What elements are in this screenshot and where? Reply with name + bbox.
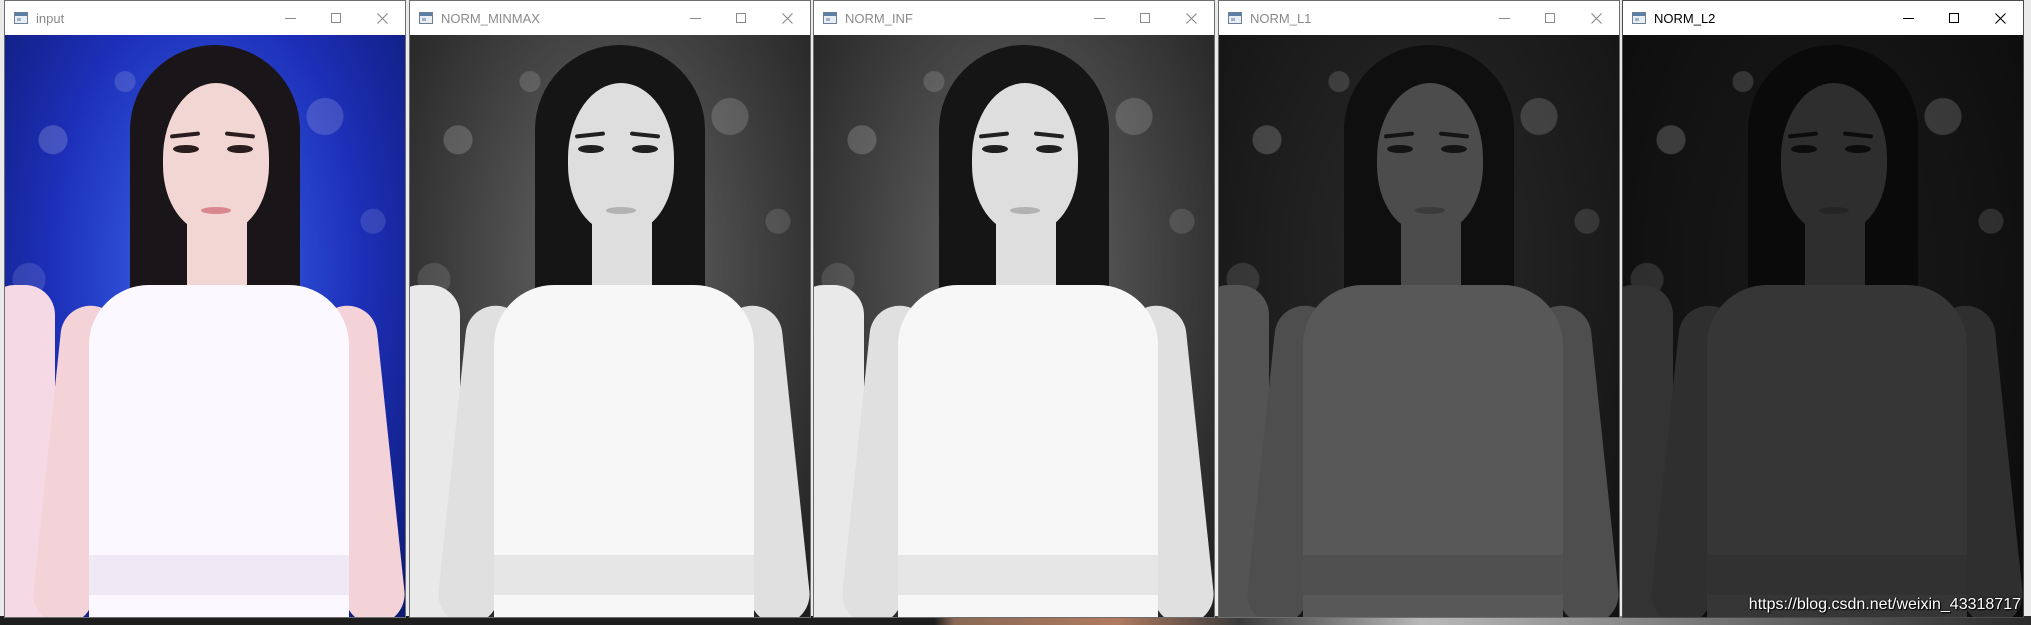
maximize-icon bbox=[736, 13, 746, 23]
maximize-button[interactable] bbox=[1527, 1, 1573, 35]
app-icon bbox=[823, 12, 837, 24]
close-button[interactable] bbox=[764, 1, 810, 35]
maximize-button[interactable] bbox=[1122, 1, 1168, 35]
image-canvas bbox=[1219, 35, 1619, 617]
dress-waistband bbox=[494, 555, 754, 595]
titlebar[interactable]: input bbox=[5, 1, 405, 35]
window-input[interactable]: input bbox=[4, 0, 406, 618]
app-icon bbox=[1228, 12, 1242, 24]
close-icon bbox=[1590, 12, 1602, 24]
desktop: input NORM_MINMAX NORM_INF NORM_L1 NORM_… bbox=[0, 0, 2031, 625]
app-icon bbox=[1632, 12, 1646, 24]
left-eye bbox=[173, 145, 199, 153]
close-icon bbox=[1994, 12, 2006, 24]
dress-waistband bbox=[1707, 555, 1967, 595]
titlebar[interactable]: NORM_L2 bbox=[1623, 1, 2023, 35]
minimize-button[interactable] bbox=[267, 1, 313, 35]
lips bbox=[606, 207, 636, 214]
watermark-url: https://blog.csdn.net/weixin_43318717 bbox=[1748, 596, 2021, 613]
maximize-icon bbox=[331, 13, 341, 23]
maximize-button[interactable] bbox=[313, 1, 359, 35]
window-norm-l1[interactable]: NORM_L1 bbox=[1218, 0, 1620, 618]
right-eye bbox=[227, 145, 253, 153]
dress-waistband bbox=[1303, 555, 1563, 595]
portrait-photo bbox=[410, 35, 810, 617]
portrait-photo bbox=[814, 35, 1214, 617]
left-eye bbox=[1387, 145, 1413, 153]
image-canvas bbox=[814, 35, 1214, 617]
close-button[interactable] bbox=[359, 1, 405, 35]
titlebar[interactable]: NORM_MINMAX bbox=[410, 1, 810, 35]
minimize-icon bbox=[1902, 17, 1914, 19]
right-eye bbox=[1036, 145, 1062, 153]
right-eye bbox=[1845, 145, 1871, 153]
window-title: NORM_MINMAX bbox=[441, 10, 540, 26]
maximize-icon bbox=[1949, 13, 1959, 23]
minimize-icon bbox=[1498, 17, 1510, 19]
close-icon bbox=[781, 12, 793, 24]
close-icon bbox=[376, 12, 388, 24]
close-button[interactable] bbox=[1573, 1, 1619, 35]
lips bbox=[1415, 207, 1445, 214]
window-title: NORM_INF bbox=[845, 10, 913, 26]
titlebar[interactable]: NORM_INF bbox=[814, 1, 1214, 35]
lips bbox=[1819, 207, 1849, 214]
window-norm-l2[interactable]: NORM_L2 bbox=[1622, 0, 2024, 618]
lips bbox=[1010, 207, 1040, 214]
close-icon bbox=[1185, 12, 1197, 24]
minimize-button[interactable] bbox=[1481, 1, 1527, 35]
close-button[interactable] bbox=[1977, 1, 2023, 35]
window-title: NORM_L2 bbox=[1654, 10, 1716, 26]
titlebar[interactable]: NORM_L1 bbox=[1219, 1, 1619, 35]
app-icon bbox=[14, 12, 28, 24]
minimize-icon bbox=[689, 17, 701, 19]
maximize-button[interactable] bbox=[718, 1, 764, 35]
minimize-button[interactable] bbox=[1885, 1, 1931, 35]
lips bbox=[201, 207, 231, 214]
right-eye bbox=[632, 145, 658, 153]
window-norm-minmax[interactable]: NORM_MINMAX bbox=[409, 0, 811, 618]
portrait-photo bbox=[1623, 35, 2023, 617]
maximize-icon bbox=[1545, 13, 1555, 23]
maximize-button[interactable] bbox=[1931, 1, 1977, 35]
image-canvas bbox=[1623, 35, 2023, 617]
app-icon bbox=[419, 12, 433, 24]
maximize-icon bbox=[1140, 13, 1150, 23]
portrait-photo bbox=[5, 35, 405, 617]
minimize-icon bbox=[1093, 17, 1105, 19]
dress-waistband bbox=[89, 555, 349, 595]
left-eye bbox=[578, 145, 604, 153]
minimize-button[interactable] bbox=[672, 1, 718, 35]
close-button[interactable] bbox=[1168, 1, 1214, 35]
window-norm-inf[interactable]: NORM_INF bbox=[813, 0, 1215, 618]
minimize-button[interactable] bbox=[1076, 1, 1122, 35]
right-eye bbox=[1441, 145, 1467, 153]
window-title: input bbox=[36, 10, 65, 26]
image-canvas bbox=[410, 35, 810, 617]
left-eye bbox=[982, 145, 1008, 153]
left-eye bbox=[1791, 145, 1817, 153]
portrait-photo bbox=[1219, 35, 1619, 617]
dress-waistband bbox=[898, 555, 1158, 595]
minimize-icon bbox=[284, 17, 296, 19]
image-canvas bbox=[5, 35, 405, 617]
window-title: NORM_L1 bbox=[1250, 10, 1312, 26]
